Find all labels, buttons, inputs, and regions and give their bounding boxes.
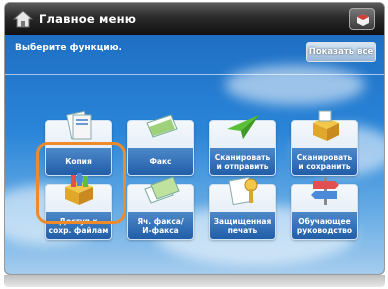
tile-fax[interactable]: Факс — [127, 114, 194, 176]
page-title: Главное меню — [39, 12, 137, 26]
tile-tutorial[interactable]: Обучающее руководство — [291, 177, 358, 240]
copy-icon — [65, 110, 91, 140]
main-screen: Выберите функцию. Показать все Копия Фак… — [5, 35, 384, 274]
tile-scan-send[interactable]: Сканировать и отправить — [209, 115, 276, 176]
scan-send-icon — [226, 115, 259, 139]
home-icon[interactable] — [12, 9, 34, 29]
divider — [5, 74, 384, 75]
instruction-text: Выберите функцию. — [15, 43, 122, 53]
status-bar — [4, 275, 385, 287]
tile-label: Яч. факса/ И-факса — [128, 212, 193, 239]
fax-inbox-icon — [143, 176, 180, 204]
tile-label: Факс — [128, 148, 193, 175]
device-panel: Главное меню Выберите функцию. Показать … — [4, 2, 385, 275]
tile-label: Обучающее руководство — [292, 212, 357, 239]
tile-fax-inbox[interactable]: Яч. факса/ И-факса — [127, 176, 194, 240]
settings-button[interactable] — [349, 8, 375, 30]
scan-save-icon — [312, 110, 339, 141]
settings-icon — [357, 14, 369, 26]
fax-icon — [145, 114, 178, 138]
title-bar: Главное меню — [5, 3, 384, 35]
tutorial-icon — [310, 177, 339, 205]
secure-print-icon — [227, 176, 257, 206]
tile-label: Сканировать и отправить — [210, 148, 275, 175]
show-all-button[interactable]: Показать все — [306, 42, 376, 62]
tile-label: Сканировать и сохранить — [292, 148, 357, 175]
tile-scan-save[interactable]: Сканировать и сохранить — [291, 110, 358, 176]
selection-highlight — [36, 142, 126, 224]
tile-secure-print[interactable]: Защищенная печать — [209, 176, 276, 240]
tile-label: Защищенная печать — [210, 212, 275, 239]
